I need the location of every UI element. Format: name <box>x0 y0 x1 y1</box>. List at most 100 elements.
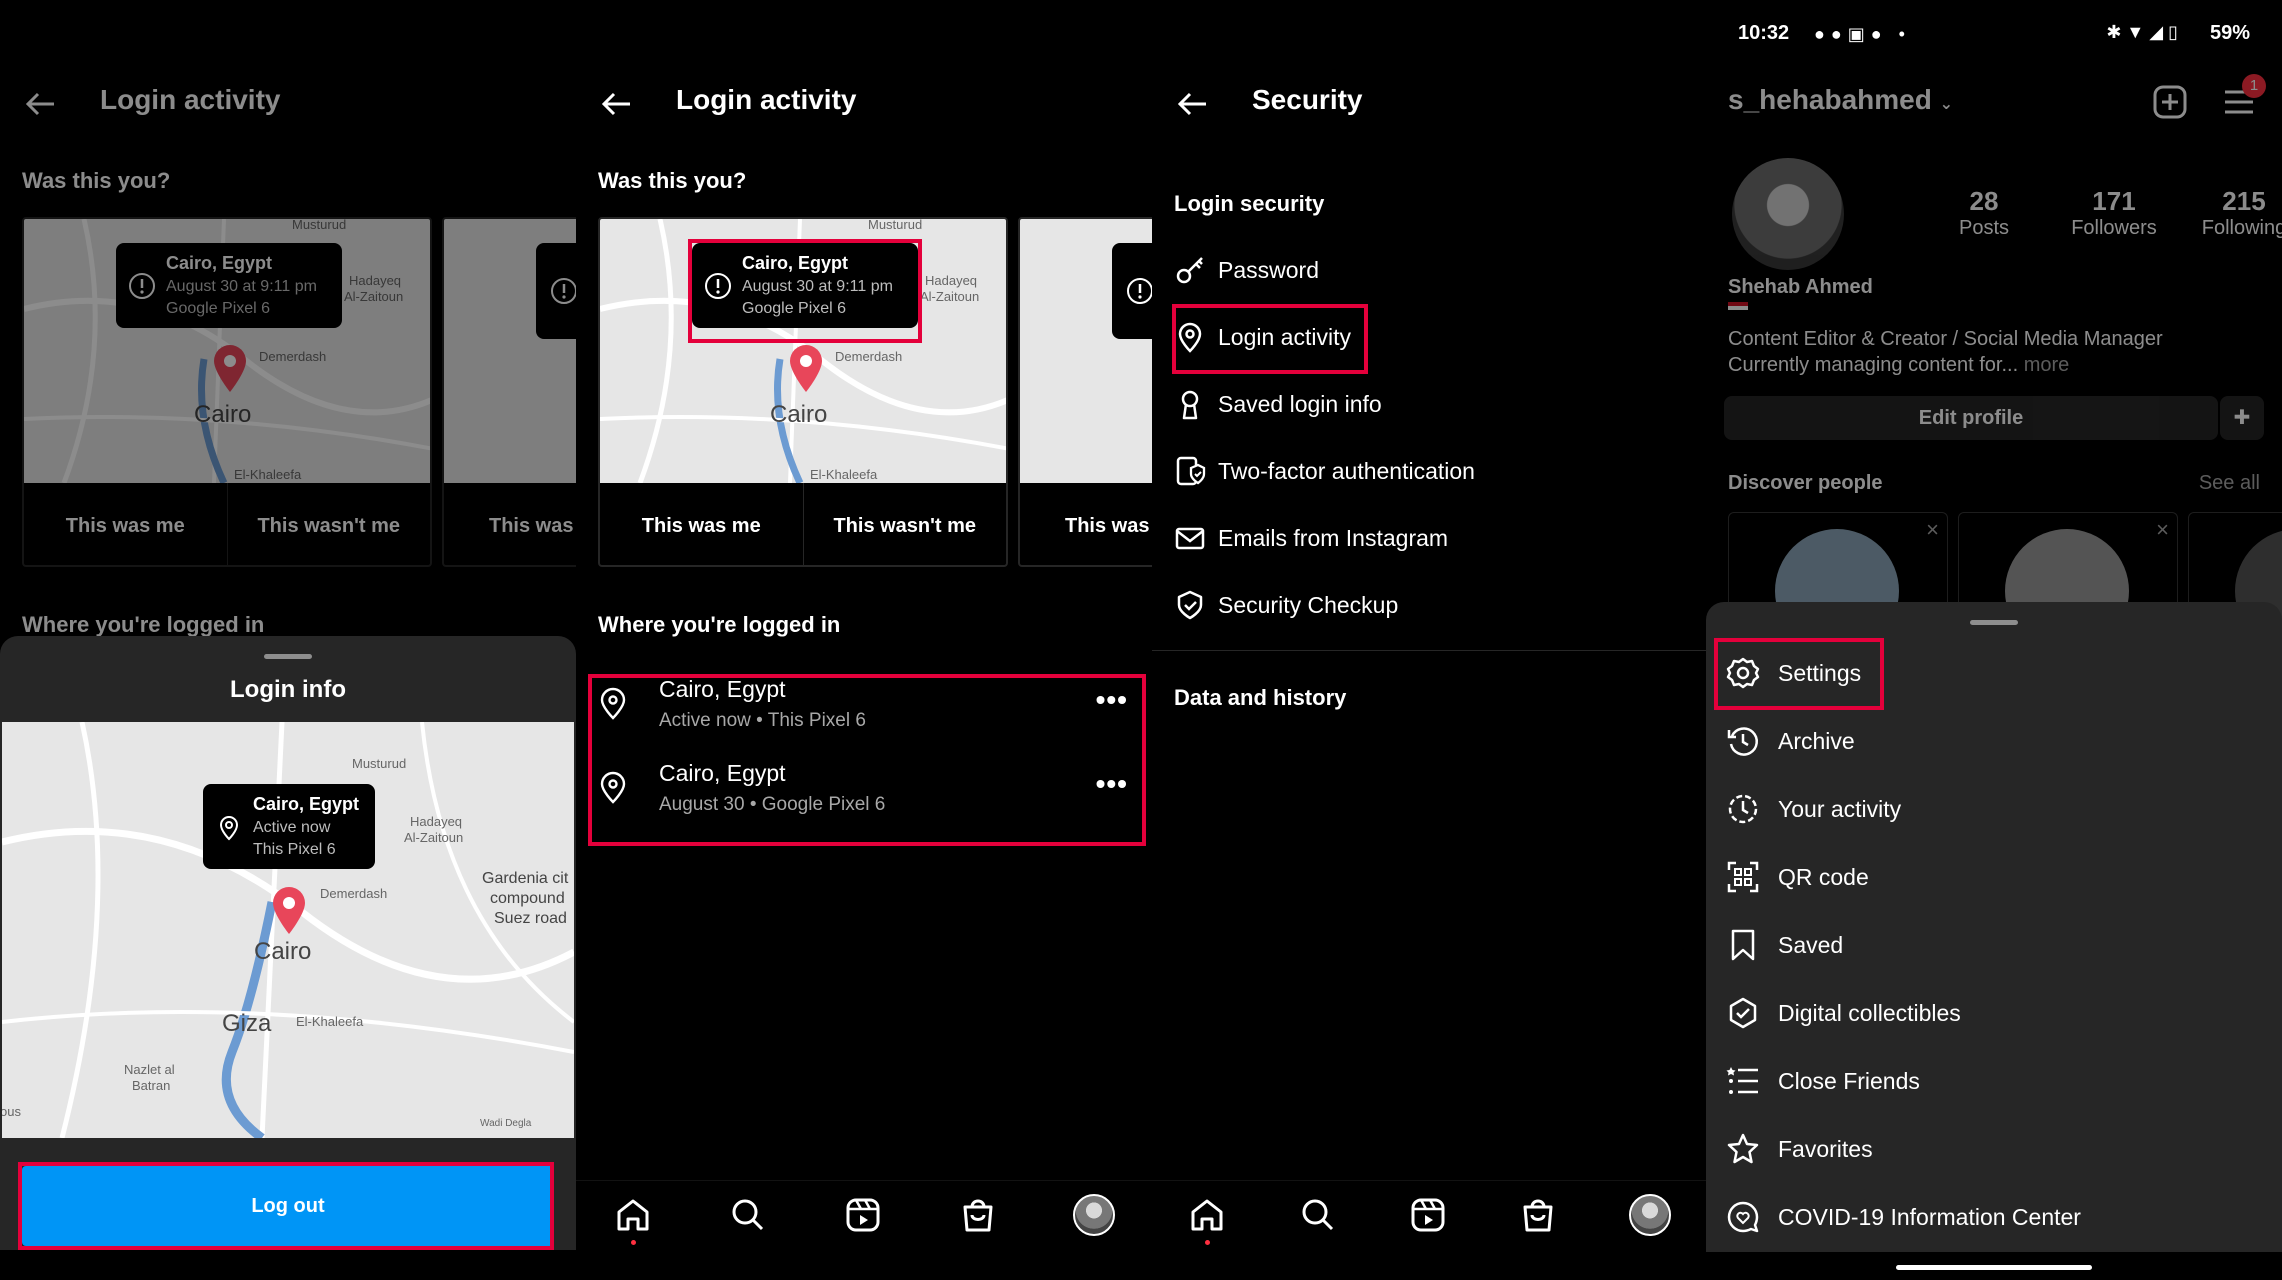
alert-icon <box>1127 278 1152 304</box>
row-label: Saved login info <box>1218 391 1382 417</box>
sheet-map: Musturud Hadayeq Al-Zaitoun Demerdash Ga… <box>2 722 574 1138</box>
tooltip-city: Cairo, Egypt <box>253 794 360 814</box>
confirmation-buttons: This was me This wasn't me <box>600 483 1006 565</box>
map-label: El-Khaleefa <box>296 1014 364 1029</box>
bio-line: Currently managing content for... more <box>1728 354 2070 376</box>
bookmark-icon <box>1731 929 1755 961</box>
highlight-box <box>18 1162 554 1250</box>
posts-stat[interactable]: 28 Posts <box>1914 186 2054 240</box>
login-activity-panel-with-sheet: Login activity Was this you? Musturud Ha… <box>0 0 576 1280</box>
qr-code-icon <box>1727 861 1759 893</box>
home-icon[interactable] <box>613 1195 653 1245</box>
header: Login activity <box>576 70 1152 134</box>
create-post-icon[interactable] <box>2152 84 2188 120</box>
sheet-grabber[interactable] <box>264 654 312 659</box>
username[interactable]: s_hehabahmed ⌄ <box>1728 84 1953 116</box>
second-login-card: This was m <box>1018 217 1152 567</box>
sheet-grabber[interactable] <box>1970 620 2018 625</box>
see-all-link[interactable]: See all <box>2199 472 2260 495</box>
menu-label: Your activity <box>1778 796 1902 822</box>
row-label: Emails from Instagram <box>1218 525 1449 551</box>
bottom-nav <box>576 1180 1152 1248</box>
close-friends-list-icon <box>1726 1067 1758 1094</box>
map-label: Cairo <box>254 938 312 965</box>
back-arrow-icon[interactable] <box>598 86 634 122</box>
keyhole-icon <box>1181 390 1199 420</box>
gesture-home-indicator <box>1896 1265 2092 1270</box>
egypt-flag-icon <box>1728 302 1748 314</box>
map-label: Demerdash <box>835 349 903 364</box>
confirmation-buttons: This was m <box>1020 483 1152 565</box>
profile-background: s_hehabahmed ⌄ 1 28 Posts 171 Followers … <box>1706 0 2282 653</box>
map-label: ous <box>2 1104 21 1119</box>
map-label: Hadayeq <box>410 814 463 829</box>
password-row[interactable]: Password <box>1152 237 1706 303</box>
bio-more-link[interactable]: more <box>2024 354 2070 376</box>
highlight-box <box>1714 638 1884 710</box>
menu-item-archive[interactable]: Archive <box>1706 708 2282 774</box>
header: Security <box>1152 70 1706 134</box>
close-icon[interactable]: × <box>1926 517 1939 543</box>
map-label: El-Khaleefa <box>810 467 878 482</box>
page-title: Login activity <box>676 84 857 115</box>
edit-profile-button[interactable]: Edit profile <box>1724 396 2218 440</box>
menu-item-saved[interactable]: Saved <box>1706 912 2282 978</box>
menu-label: Saved <box>1778 932 1844 958</box>
two-factor-row[interactable]: Two-factor authentication <box>1152 438 1706 504</box>
map-label: Batran <box>132 1078 171 1093</box>
display-name: Shehab Ahmed <box>1728 276 1873 298</box>
heart-chat-icon <box>1727 1201 1759 1233</box>
suggestion-card[interactable]: × <box>1728 512 1948 653</box>
menu-item-covid-info[interactable]: COVID-19 Information Center <box>1706 1184 2282 1250</box>
emails-row[interactable]: Emails from Instagram <box>1152 505 1706 571</box>
menu-label: Digital collectibles <box>1778 1000 1961 1026</box>
back-arrow-icon[interactable] <box>1174 86 1210 122</box>
profile-avatar-icon[interactable] <box>1628 1193 1671 1236</box>
search-icon[interactable] <box>728 1195 768 1235</box>
shop-icon[interactable] <box>958 1195 998 1235</box>
map-label: Giza <box>222 1010 272 1037</box>
this-was-me-button[interactable]: This was me <box>600 483 803 565</box>
login-info-sheet: Login info Musturud Hadayeq Al-Zaitoun D… <box>0 636 576 1250</box>
menu-item-digital-collectibles[interactable]: Digital collectibles <box>1706 980 2282 1046</box>
reels-icon[interactable] <box>1408 1195 1448 1235</box>
suggestion-card[interactable]: × <box>1958 512 2178 653</box>
map-label: Cairo <box>770 401 828 428</box>
followers-stat[interactable]: 171 Followers <box>2044 186 2184 240</box>
map-label: Hadayeq <box>925 273 978 288</box>
add-person-icon[interactable]: ✚ <box>2220 396 2264 440</box>
map-label: compound <box>490 890 565 907</box>
following-stat[interactable]: 215 Following <box>2174 186 2282 240</box>
row-label: Security Checkup <box>1218 592 1399 618</box>
saved-login-info-row[interactable]: Saved login info <box>1152 371 1706 437</box>
security-panel: Security Login security Password Login a… <box>1152 0 1706 1280</box>
profile-avatar-icon[interactable] <box>1072 1193 1115 1236</box>
was-this-you-label: Was this you? <box>598 168 747 193</box>
menu-item-qr-code[interactable]: QR code <box>1706 844 2282 910</box>
notification-badge: 1 <box>2242 74 2266 98</box>
login-map-card: Musturud Hadayeq Al-Zaitoun Demerdash Ca… <box>598 217 1008 567</box>
activity-icon <box>1728 794 1758 824</box>
location-pin-icon <box>273 887 305 934</box>
profile-menu-sheet: Settings Archive Your activity QR code S… <box>1706 602 2282 1252</box>
menu-item-your-activity[interactable]: Your activity <box>1706 776 2282 842</box>
search-icon[interactable] <box>1298 1195 1338 1235</box>
menu-item-favorites[interactable]: Favorites <box>1706 1116 2282 1182</box>
map-label: Demerdash <box>320 886 388 901</box>
this-was-me-button[interactable]: This was m <box>1020 483 1152 565</box>
close-icon[interactable]: × <box>2156 517 2169 543</box>
map-label: Musturud <box>352 756 407 771</box>
shop-icon[interactable] <box>1518 1195 1558 1235</box>
bio-line: Content Editor & Creator / Social Media … <box>1728 328 2163 350</box>
row-label: Two-factor authentication <box>1218 458 1475 484</box>
profile-avatar[interactable] <box>1732 158 1844 270</box>
suggestion-card[interactable] <box>2188 512 2282 653</box>
this-wasnt-me-button[interactable]: This wasn't me <box>802 483 1007 565</box>
mail-icon <box>1175 527 1205 550</box>
security-checkup-row[interactable]: Security Checkup <box>1152 572 1706 638</box>
divider <box>1152 650 1706 651</box>
home-icon[interactable] <box>1187 1195 1227 1245</box>
reels-icon[interactable] <box>843 1195 883 1235</box>
chevron-down-icon: ⌄ <box>1939 96 1954 113</box>
menu-item-close-friends[interactable]: Close Friends <box>1706 1048 2282 1114</box>
